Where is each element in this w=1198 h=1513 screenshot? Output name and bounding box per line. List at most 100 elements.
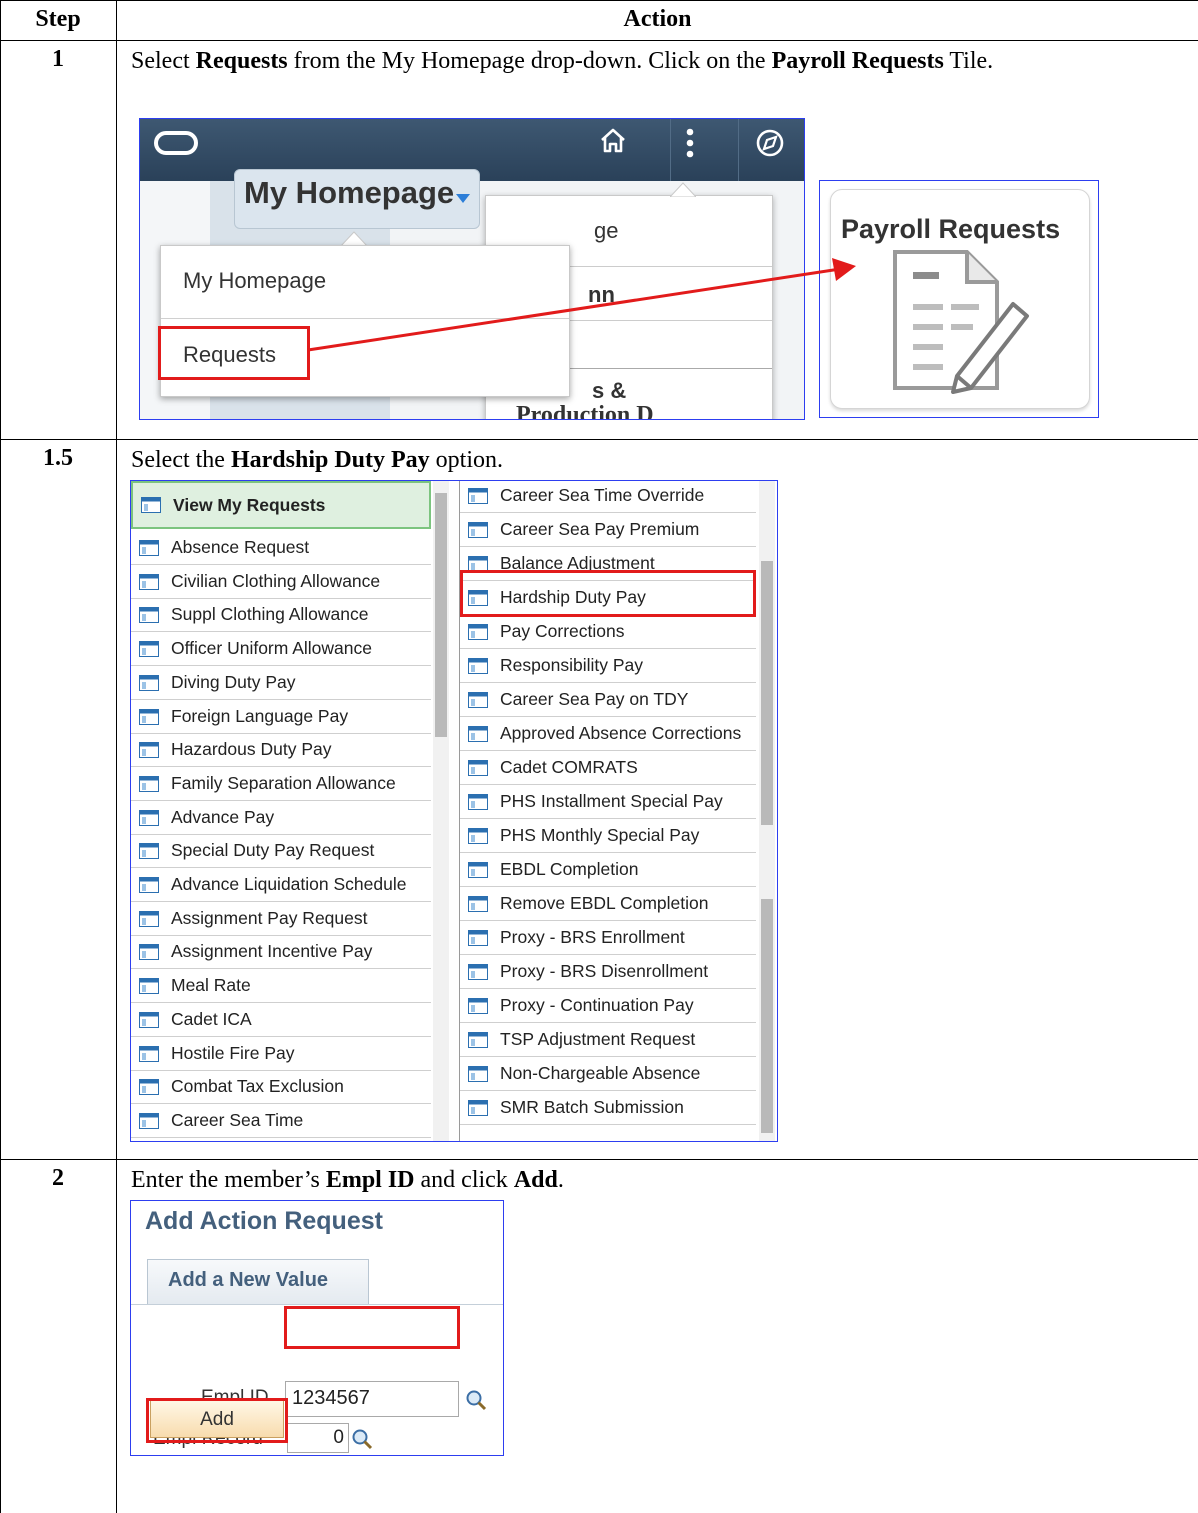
list-item-label: Cadet COMRATS [500, 757, 638, 777]
page-icon [468, 726, 488, 742]
table-header-divider [0, 40, 1198, 41]
right-scrollbar-thumb[interactable] [761, 899, 773, 1133]
list-item[interactable]: Non-Chargeable Absence [460, 1059, 756, 1091]
request-form-icon [893, 250, 1029, 394]
page-icon [139, 1011, 159, 1028]
list-item[interactable]: Approved Absence Corrections [460, 719, 756, 751]
menu-text-fragment: ge [594, 218, 619, 243]
list-item-label: PHS Installment Special Pay [500, 791, 723, 811]
list-item-label: Suppl Clothing Allowance [171, 604, 369, 625]
list-item-label: Assignment Incentive Pay [171, 941, 373, 962]
list-item[interactable]: Meal Rate [131, 971, 431, 1004]
left-scrollbar-thumb[interactable] [435, 493, 447, 737]
page-icon [139, 540, 159, 556]
page-icon [139, 1079, 159, 1096]
header-step: Step [35, 6, 81, 32]
list-item-label: View My Requests [173, 495, 326, 515]
step-number: 1.5 [43, 445, 73, 471]
list-item[interactable]: Absence Request [131, 533, 431, 565]
page-icon [468, 896, 488, 912]
tile-title: Payroll Requests [841, 214, 1061, 244]
step-instruction: Select Requests from the My Homepage dro… [131, 48, 994, 74]
table-border-left [0, 0, 1, 1513]
list-item-label: Family Separation Allowance [171, 772, 396, 793]
navigator-compass-icon[interactable] [754, 127, 786, 167]
empl-record-value: 0 [333, 1427, 344, 1448]
list-item-label: PHS Monthly Special Pay [500, 825, 700, 845]
list-item-label: Proxy - BRS Enrollment [500, 927, 685, 947]
page-icon [468, 488, 488, 504]
page-icon [468, 1066, 488, 1082]
list-item[interactable]: Foreign Language Pay [131, 702, 431, 734]
list-item[interactable]: Civilian Clothing Allowance [131, 567, 431, 599]
add-button-highlight-box [146, 1398, 288, 1443]
list-item[interactable]: Assignment Incentive Pay [131, 937, 431, 970]
pointer-arrow [307, 258, 856, 352]
list-item[interactable]: Proxy - Continuation Pay [460, 991, 756, 1023]
list-item[interactable]: Hazardous Duty Pay [131, 735, 431, 768]
list-item[interactable]: Proxy - BRS Disenrollment [460, 957, 756, 989]
list-item[interactable]: Pay Corrections [460, 617, 756, 649]
page-icon [468, 998, 488, 1014]
list-item[interactable]: Responsibility Pay [460, 651, 756, 683]
list-item[interactable]: Career Sea Pay on TDY [460, 685, 756, 717]
step-instruction: Select the Hardship Duty Pay option. [131, 447, 504, 473]
page-icon [468, 658, 488, 674]
empl-id-highlight-box [284, 1306, 460, 1349]
list-item[interactable]: Hostile Fire Pay [131, 1039, 431, 1071]
lookup-search-icon[interactable] [465, 1389, 487, 1411]
list-item[interactable]: Proxy - BRS Enrollment [460, 923, 756, 955]
list-item-label: Diving Duty Pay [171, 671, 296, 692]
header-action: Action [623, 6, 692, 32]
list-item[interactable]: EBDL Completion [460, 855, 756, 887]
lookup-search-icon[interactable] [351, 1428, 373, 1450]
list-item[interactable]: Combat Tax Exclusion [131, 1072, 431, 1105]
list-item[interactable]: Special Duty Pay Request [131, 836, 431, 869]
page-icon [139, 573, 159, 590]
table-row-divider [0, 439, 1198, 440]
page-icon [139, 877, 159, 893]
requests-highlight-box [158, 326, 310, 380]
list-item-label: Hostile Fire Pay [171, 1042, 295, 1063]
list-item[interactable]: Suppl Clothing Allowance [131, 600, 431, 633]
list-item-label: Remove EBDL Completion [500, 893, 709, 913]
tab-label: Add a New Value [168, 1269, 329, 1291]
list-item[interactable]: TSP Adjustment Request [460, 1025, 756, 1057]
table-border-top [0, 0, 1198, 1]
list-item[interactable]: Advance Liquidation Schedule [131, 870, 431, 902]
actions-menu-icon[interactable] [684, 127, 696, 169]
tab-add-new-value[interactable]: Add a New Value [147, 1259, 369, 1304]
list-item[interactable]: Remove EBDL Completion [460, 889, 756, 921]
page-icon [139, 641, 159, 658]
list-item-label: Career Sea Time [171, 1109, 304, 1130]
list-item[interactable]: Diving Duty Pay [131, 668, 431, 700]
list-item-label: Responsibility Pay [500, 655, 643, 675]
list-item[interactable]: Cadet COMRATS [460, 753, 756, 785]
page-icon [139, 708, 159, 725]
list-item[interactable]: SMR Batch Submission [460, 1093, 756, 1125]
page-icon [468, 828, 488, 844]
list-item[interactable]: Cadet ICA [131, 1005, 431, 1037]
list-item[interactable]: PHS Monthly Special Pay [460, 821, 756, 853]
list-item[interactable]: PHS Installment Special Pay [460, 787, 756, 819]
list-item-label: Foreign Language Pay [171, 705, 349, 726]
table-row-divider [0, 1159, 1198, 1160]
caret-down-icon [456, 194, 470, 203]
list-item[interactable]: Assignment Pay Request [131, 904, 431, 936]
page-icon [141, 497, 161, 513]
list-item-label: Proxy - Continuation Pay [500, 995, 694, 1015]
view-my-requests-item[interactable]: View My Requests [131, 481, 431, 529]
right-scrollbar-thumb[interactable] [761, 561, 773, 825]
list-item[interactable]: Career Sea Time Override [460, 481, 756, 513]
empl-record-input[interactable]: 0 [287, 1423, 349, 1453]
empl-id-input[interactable]: 1234567 [285, 1381, 459, 1417]
list-item[interactable]: Officer Uniform Allowance [131, 634, 431, 667]
home-icon[interactable] [598, 125, 628, 163]
list-item[interactable]: Career Sea Pay Premium [460, 515, 756, 547]
list-item-label: Advance Pay [171, 806, 275, 827]
list-item[interactable]: Career Sea Time [131, 1106, 431, 1138]
step-instruction: Enter the member’s Empl ID and click Add… [131, 1167, 564, 1193]
payroll-requests-tile[interactable]: Payroll Requests [819, 180, 1099, 418]
list-item[interactable]: Advance Pay [131, 803, 431, 835]
list-item[interactable]: Family Separation Allowance [131, 769, 431, 801]
